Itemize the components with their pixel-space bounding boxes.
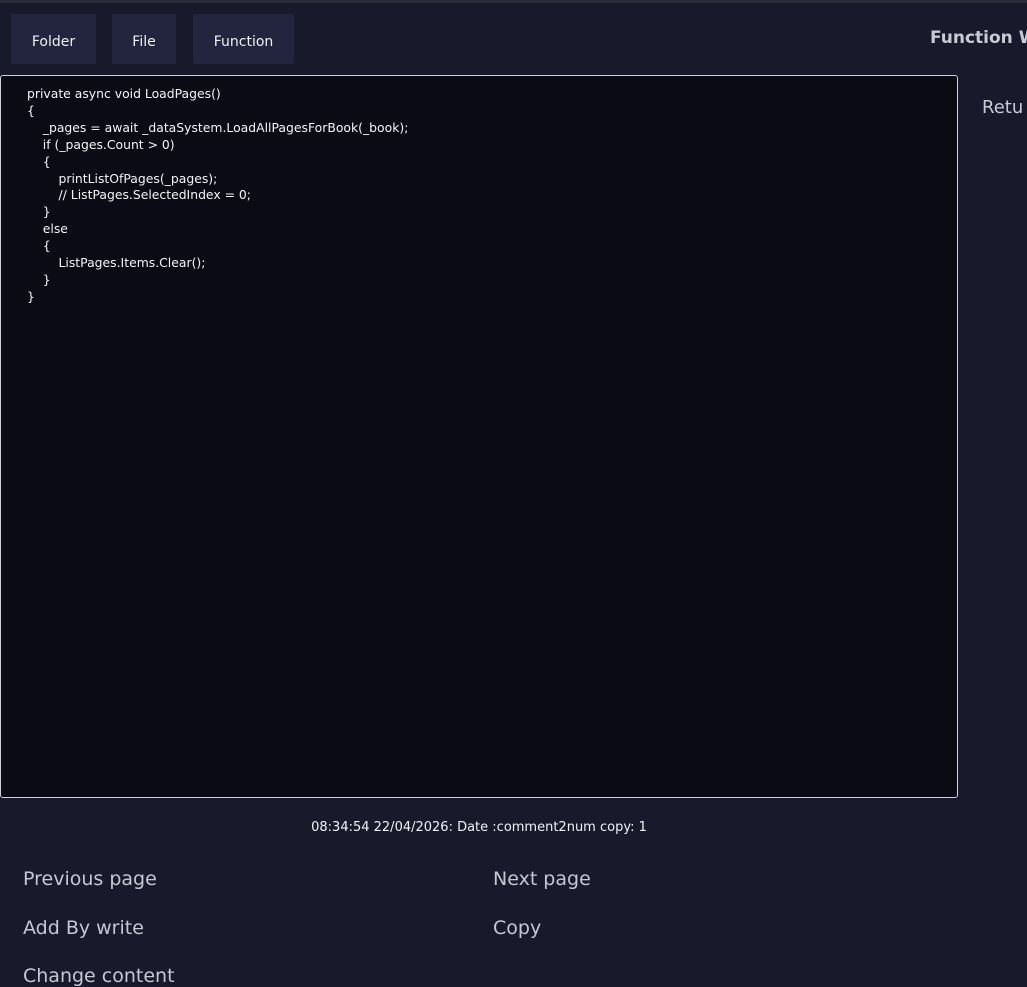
next-page-button[interactable]: Next page bbox=[493, 868, 591, 890]
folder-button[interactable]: Folder bbox=[11, 14, 96, 64]
file-button[interactable]: File bbox=[112, 14, 176, 64]
side-panel-label: Retu bbox=[982, 97, 1024, 118]
copy-button[interactable]: Copy bbox=[493, 917, 541, 939]
window-title: Function W bbox=[930, 28, 1027, 48]
code-editor[interactable]: private async void LoadPages() { _pages … bbox=[0, 75, 958, 798]
previous-page-button[interactable]: Previous page bbox=[23, 868, 157, 890]
change-content-button[interactable]: Change content bbox=[23, 965, 175, 987]
add-by-write-button[interactable]: Add By write bbox=[23, 917, 144, 939]
window-top-border bbox=[0, 0, 1027, 3]
status-text: 08:34:54 22/04/2026: Date :comment2num c… bbox=[311, 820, 647, 835]
function-button[interactable]: Function bbox=[193, 14, 294, 64]
